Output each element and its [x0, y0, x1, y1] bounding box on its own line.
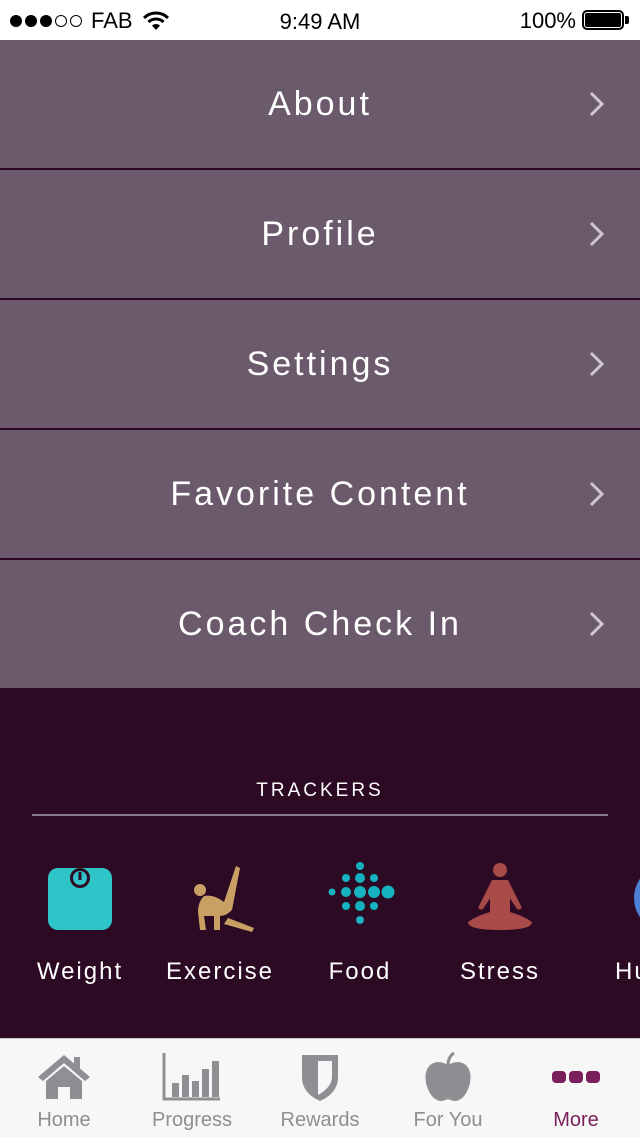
tracker-label: Hun [614, 958, 640, 985]
menu-item-settings[interactable]: Settings [0, 300, 640, 430]
tab-label: More [553, 1109, 599, 1131]
chevron-right-icon [589, 91, 605, 117]
tab-bar: Home Progress Rewards For You More [0, 1038, 640, 1137]
battery-status: 100% [520, 8, 630, 34]
menu-item-label: About [268, 84, 372, 123]
trackers-divider [32, 814, 608, 816]
menu-item-favorite-content[interactable]: Favorite Content [0, 430, 640, 560]
tab-home[interactable]: Home [0, 1039, 128, 1137]
menu-item-label: Favorite Content [170, 474, 470, 513]
plate-fork-icon [634, 878, 640, 918]
exercise-pose-icon [194, 866, 254, 932]
chevron-right-icon [589, 481, 605, 507]
tab-label: Home [37, 1109, 91, 1131]
signal-dot-empty-icon [55, 15, 67, 27]
tab-rewards[interactable]: Rewards [256, 1039, 384, 1137]
apple-icon [425, 1051, 471, 1101]
trackers-section: TRACKERS Weight Exercise Food Stress H [0, 690, 640, 1038]
tab-progress[interactable]: Progress [128, 1039, 256, 1137]
status-bar: FAB 9:49 AM 100% [0, 0, 640, 40]
shield-icon [302, 1055, 338, 1101]
wifi-icon [142, 11, 169, 30]
tracker-weight[interactable]: Weight [10, 858, 150, 986]
tracker-food[interactable]: Food [290, 858, 430, 986]
tab-label: Progress [151, 1109, 233, 1131]
menu-item-about[interactable]: About [0, 40, 640, 170]
signal-dot-empty-icon [70, 15, 82, 27]
home-icon [38, 1055, 90, 1099]
signal-dot-icon [25, 15, 37, 27]
tab-for-you[interactable]: For You [384, 1039, 512, 1137]
bar-chart-icon [162, 1053, 220, 1101]
trackers-heading: TRACKERS [256, 780, 384, 801]
menu-item-label: Profile [261, 214, 379, 253]
chevron-right-icon [589, 221, 605, 247]
signal-and-carrier: FAB [10, 8, 169, 34]
tracker-stress[interactable]: Stress [430, 858, 570, 986]
signal-dot-icon [40, 15, 52, 27]
menu-item-label: Settings [246, 344, 394, 383]
menu-item-label: Coach Check In [178, 604, 462, 643]
tab-label: For You [413, 1109, 483, 1131]
scale-icon [48, 868, 112, 930]
tracker-label: Food [328, 958, 392, 985]
battery-percent: 100% [519, 8, 576, 33]
tracker-label: Exercise [165, 958, 275, 985]
signal-dot-icon [10, 15, 22, 27]
tab-more[interactable]: More [512, 1039, 640, 1137]
more-menu: About Profile Settings Favorite Content … [0, 40, 640, 690]
tracker-label: Stress [459, 958, 540, 985]
more-dots-icon [552, 1071, 600, 1083]
carrier-name: FAB [91, 8, 133, 33]
meditation-icon [468, 863, 532, 930]
tracker-label: Weight [36, 958, 124, 985]
chevron-right-icon [589, 611, 605, 637]
dots-icon [328, 862, 395, 924]
tab-label: Rewards [280, 1109, 360, 1131]
menu-item-coach-check-in[interactable]: Coach Check In [0, 560, 640, 690]
tracker-exercise[interactable]: Exercise [150, 858, 290, 986]
menu-item-profile[interactable]: Profile [0, 170, 640, 300]
tracker-hunger[interactable]: Hun [570, 858, 640, 986]
battery-icon [582, 10, 630, 32]
chevron-right-icon [589, 351, 605, 377]
